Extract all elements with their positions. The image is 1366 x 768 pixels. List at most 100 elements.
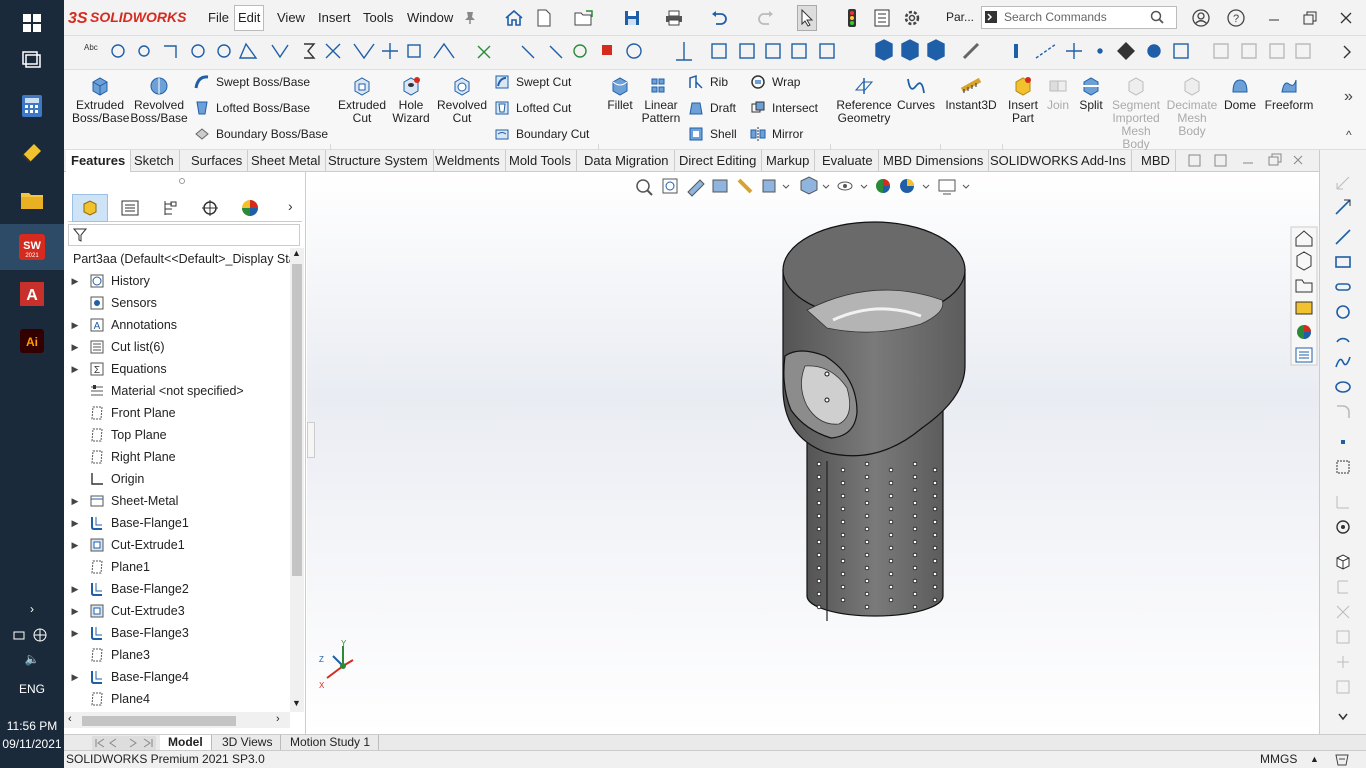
join-button[interactable]: Join [1044,76,1072,112]
feature-tree-item[interactable]: ▶ Σ Equations [64,358,167,380]
tab-sketch[interactable]: Sketch [129,150,180,172]
centerline-icon[interactable] [1330,456,1356,478]
tab-mbd-dimensions[interactable]: MBD Dimensions [878,150,990,172]
tab-motion-study-1[interactable]: Motion Study 1 [282,735,380,751]
clock-time[interactable]: 11:56 PM [0,719,64,733]
expand-arrow-icon[interactable]: ▶ [64,578,86,600]
help-icon[interactable]: ? [1226,8,1246,28]
tab-nav-arrows[interactable] [92,736,156,750]
redo-icon[interactable] [756,8,776,28]
viewport-splitter-handle[interactable] [307,422,315,458]
tab-features[interactable]: Features [66,150,132,172]
menu-edit[interactable]: Edit [234,5,265,31]
options-gear-icon[interactable] [902,8,922,28]
line-icon[interactable] [1330,226,1356,248]
view-orientation-icon[interactable] [1330,551,1356,573]
tab-model[interactable]: Model [160,735,212,751]
expand-arrow-icon[interactable]: ▶ [64,622,86,644]
menu-tools[interactable]: Tools [360,8,396,28]
expand-arrow-icon[interactable]: ▶ [64,512,86,534]
unit-dropdown-icon[interactable]: ▲ [1310,751,1319,768]
illustrator-button[interactable]: Ai [0,318,64,364]
curves-button[interactable]: Curves [896,76,936,112]
tray-expand-icon[interactable]: › [0,602,64,616]
language-indicator[interactable]: ENG [0,682,64,696]
mirror-button[interactable]: Mirror [750,125,803,143]
move-entities-icon[interactable] [1330,651,1356,673]
volume-icon[interactable]: 🔈 [0,652,64,666]
menu-file[interactable]: File [205,8,232,28]
search-icon[interactable] [1150,10,1164,27]
task-view-button[interactable] [0,36,64,82]
linear-pattern-button[interactable]: Linear Pattern [638,76,684,125]
instant3d-button[interactable]: Instant3D [944,76,998,112]
feature-tree-item[interactable]: ▶ Sheet-Metal [64,490,179,512]
ribbon-expand-icon[interactable]: » [1344,88,1353,106]
expand-arrow-icon[interactable]: ▶ [64,490,86,512]
rightbar-scroll-icon[interactable] [1330,706,1356,728]
tab-sheet-metal[interactable]: Sheet Metal [246,150,327,172]
dimxpert-tab-icon[interactable] [192,194,228,222]
new-document-icon[interactable] [534,8,554,28]
tab-scroll-right-icon[interactable]: › [288,198,293,214]
tab-direct-editing[interactable]: Direct Editing [674,150,763,172]
intersect-button[interactable]: Intersect [750,99,818,117]
feature-tree-item[interactable]: ▶ A Annotations [64,314,178,336]
relations-icon[interactable] [1330,516,1356,538]
scroll-down-icon[interactable]: ▼ [292,698,301,708]
menu-insert[interactable]: Insert [315,8,354,28]
heads-up-view-toolbar[interactable] [633,176,993,200]
scroll-right-icon[interactable]: › [276,713,280,725]
split-button[interactable]: Split [1076,76,1106,112]
expand-arrow-icon[interactable]: ▶ [64,336,86,358]
feature-tree-item[interactable]: Front Plane [64,402,176,424]
feature-tree-item[interactable]: Material <not specified> [64,380,244,402]
rib-button[interactable]: Rib [688,73,728,91]
hole-wizard-button[interactable]: Hole Wizard [390,76,432,125]
property-manager-tab-icon[interactable] [112,194,148,222]
revolved-boss-base-button[interactable]: Revolved Boss/Base [130,76,188,125]
swept-cut-button[interactable]: Swept Cut [494,73,571,91]
tree-horizontal-scrollbar[interactable]: ‹ › [64,712,290,728]
insert-part-button[interactable]: Insert Part [1006,76,1040,125]
home-icon[interactable] [504,8,524,28]
rectangle-icon[interactable] [1330,251,1356,273]
trim-icon[interactable] [1330,601,1356,623]
open-document-icon[interactable] [574,8,594,28]
ribbon-collapse-icon[interactable]: ^ [1346,128,1352,142]
clock-date[interactable]: 09/11/2021 [0,737,64,751]
part-model[interactable] [707,216,1007,656]
smart-dimension-icon[interactable] [1330,196,1356,218]
arc-icon[interactable] [1330,326,1356,348]
expand-arrow-icon[interactable]: ▶ [64,358,86,380]
boundary-cut-button[interactable]: Boundary Cut [494,125,589,143]
tab-surfaces[interactable]: Surfaces [186,150,249,172]
save-icon[interactable] [622,8,642,28]
select-icon[interactable] [797,5,817,31]
feature-tree-item[interactable]: Plane4 [64,688,150,710]
close-icon[interactable] [1336,8,1356,28]
offset-entities-icon[interactable] [1330,576,1356,598]
expand-arrow-icon[interactable]: ▶ [64,600,86,622]
feature-tree-item[interactable]: ▶ Base-Flange2 [64,578,189,600]
undo-icon[interactable] [709,8,729,28]
tree-vertical-scrollbar[interactable]: ▲ ▼ [290,248,304,712]
expand-arrow-icon[interactable]: ▶ [64,314,86,336]
decimate-mesh-body-button[interactable]: Decimate Mesh Body [1166,76,1218,138]
autocad-button[interactable]: A [0,271,64,317]
dome-button[interactable]: Dome [1222,76,1258,112]
expand-arrow-icon[interactable]: ▶ [64,534,86,556]
tab-weldments[interactable]: Weldments [430,150,506,172]
menu-view[interactable]: View [274,8,308,28]
feature-tree-item[interactable]: ▶ History [64,270,150,292]
feature-tree-item[interactable]: ▶ Cut-Extrude1 [64,534,185,556]
expand-arrow-icon[interactable]: ▶ [64,270,86,292]
panel-splitter-handle[interactable] [179,178,185,184]
feature-tree-item[interactable]: Top Plane [64,424,167,446]
hscroll-thumb[interactable] [82,716,236,726]
convert-entities-icon[interactable] [1330,626,1356,648]
graphics-viewport[interactable]: Y Z X [307,172,1319,734]
app-4-button[interactable] [0,130,64,176]
unit-system[interactable]: MMGS [1260,751,1297,768]
draft-button[interactable]: Draft [688,99,736,117]
